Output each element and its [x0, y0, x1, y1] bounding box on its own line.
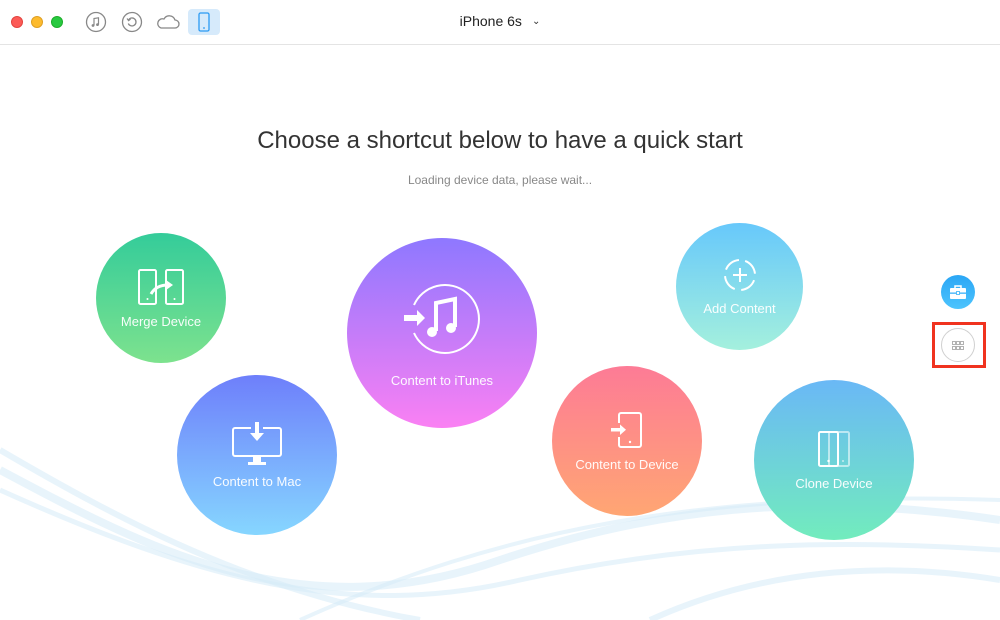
page-title: Choose a shortcut below to have a quick … — [257, 127, 743, 154]
merge-device-shortcut[interactable]: Merge Device — [96, 233, 226, 363]
toolkit-button[interactable] — [941, 275, 975, 309]
chevron-down-icon: ⌄ — [531, 16, 541, 27]
shortcut-label: Content to Device — [575, 456, 679, 472]
add-content-shortcut[interactable]: Add Content — [676, 223, 803, 350]
shortcut-label: Merge Device — [120, 313, 202, 329]
add-content-icon — [723, 259, 756, 291]
title-bar: iPhone 6s ⌄ — [0, 0, 1000, 45]
clone-device-icon — [818, 430, 850, 467]
loading-status: Loading device data, please wait... — [407, 173, 593, 187]
itunes-transfer-icon — [404, 283, 480, 354]
device-name: iPhone 6s — [459, 13, 522, 29]
content-to-mac-shortcut[interactable]: Content to Mac — [177, 375, 337, 535]
device-selector[interactable]: iPhone 6s ⌄ — [0, 13, 1000, 29]
toolbox-icon — [950, 284, 966, 299]
device-import-icon — [611, 411, 642, 448]
content-to-itunes-shortcut[interactable]: Content to iTunes — [347, 238, 537, 428]
shortcut-label: Add Content — [703, 301, 776, 316]
shortcut-label: Content to Mac — [212, 473, 302, 489]
shortcut-label: Content to iTunes — [390, 372, 494, 388]
mac-download-icon — [232, 421, 282, 465]
shortcut-label: Clone Device — [795, 475, 873, 491]
content-to-device-shortcut[interactable]: Content to Device — [552, 366, 702, 516]
merge-device-icon — [138, 268, 184, 305]
highlight-annotation-box — [932, 322, 986, 368]
clone-device-shortcut[interactable]: Clone Device — [754, 380, 914, 540]
